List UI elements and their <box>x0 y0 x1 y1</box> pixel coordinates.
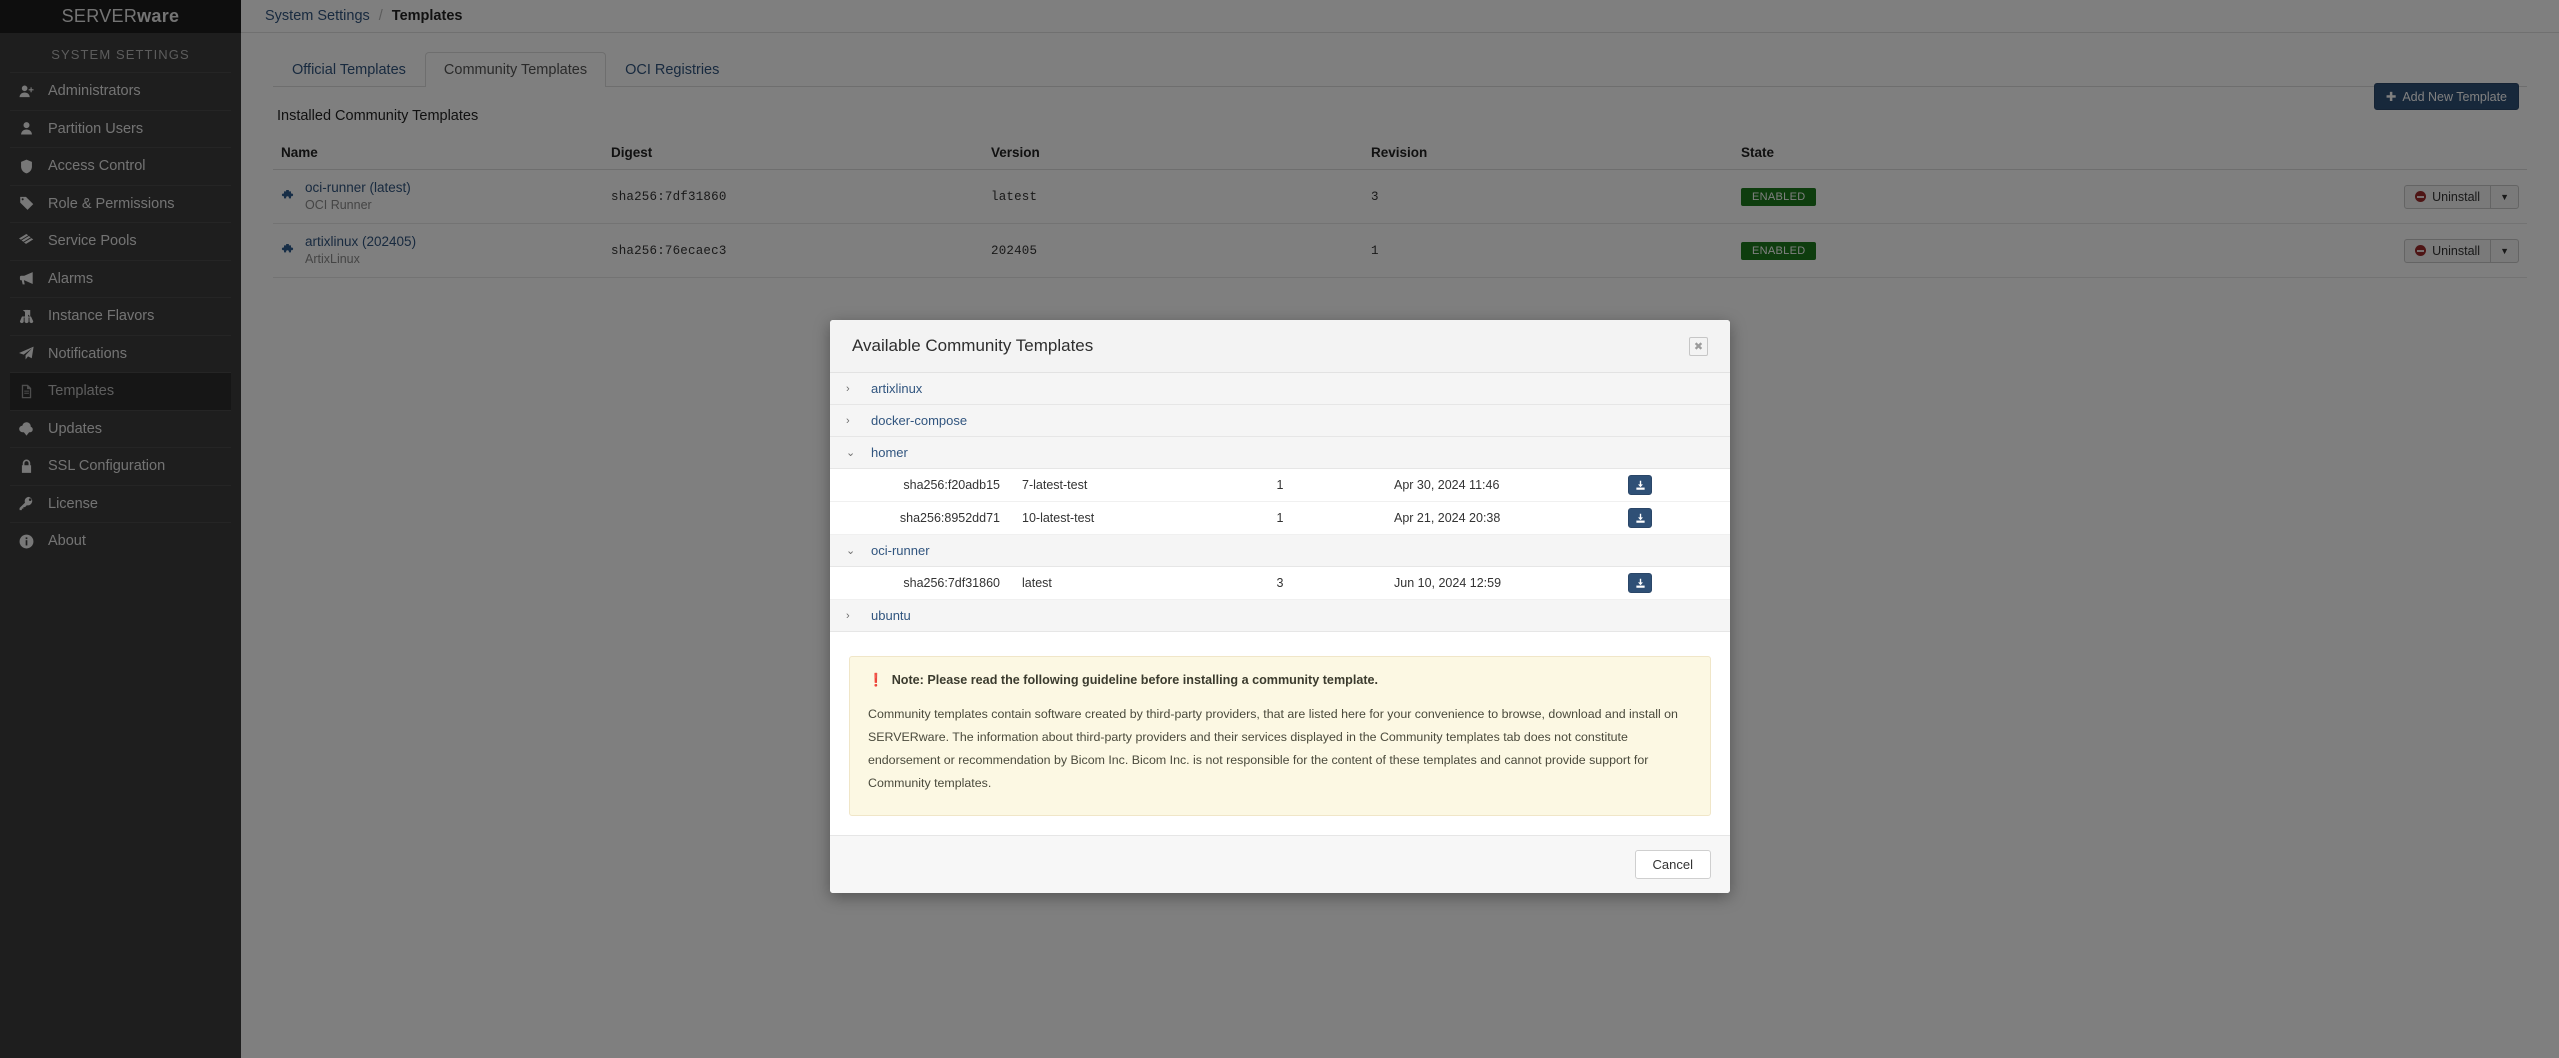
version-revision: 1 <box>1190 502 1370 535</box>
available-community-templates-dialog: Available Community Templates ✖ › artixli… <box>830 320 1730 893</box>
version-digest: sha256:7df31860 <box>830 567 1010 600</box>
group-name[interactable]: docker-compose <box>871 413 967 428</box>
group-cell: ⌄ oci-runner <box>830 535 1730 567</box>
group-name[interactable]: oci-runner <box>871 543 930 558</box>
cell-download <box>1550 469 1730 502</box>
exclamation-circle-icon: ❗ <box>868 673 884 688</box>
note-heading: Note: Please read the following guidelin… <box>892 673 1378 687</box>
dialog-header: Available Community Templates ✖ <box>830 320 1730 373</box>
chevron-right-icon[interactable]: › <box>846 383 856 395</box>
version-tag: 10-latest-test <box>1010 502 1190 535</box>
tree-body: › artixlinux › docker-compose ⌄ homer sha256:f… <box>830 373 1730 632</box>
dialog-body: › artixlinux › docker-compose ⌄ homer sha256:f… <box>830 373 1730 816</box>
version-revision: 1 <box>1190 469 1370 502</box>
template-group-row[interactable]: ⌄ homer <box>830 437 1730 469</box>
group-cell: › ubuntu <box>830 600 1730 632</box>
template-version-row: sha256:f20adb157-latest-test1Apr 30, 202… <box>830 469 1730 502</box>
group-name[interactable]: ubuntu <box>871 608 911 623</box>
close-icon[interactable]: ✖ <box>1689 337 1708 356</box>
note-heading-row: ❗ Note: Please read the following guidel… <box>868 673 1692 688</box>
template-group-row[interactable]: ⌄ oci-runner <box>830 535 1730 567</box>
cancel-button[interactable]: Cancel <box>1635 850 1711 879</box>
note-body: Community templates contain software cre… <box>868 703 1692 795</box>
dialog-footer: Cancel <box>830 835 1730 893</box>
group-cell: ⌄ homer <box>830 437 1730 469</box>
chevron-down-icon[interactable]: ⌄ <box>846 446 856 459</box>
version-tag: 7-latest-test <box>1010 469 1190 502</box>
available-templates-tree: › artixlinux › docker-compose ⌄ homer sha256:f… <box>830 373 1730 632</box>
template-group-row[interactable]: › docker-compose <box>830 405 1730 437</box>
template-version-row: sha256:8952dd7110-latest-test1Apr 21, 20… <box>830 502 1730 535</box>
template-group-row[interactable]: › artixlinux <box>830 373 1730 405</box>
chevron-down-icon[interactable]: ⌄ <box>846 544 856 557</box>
template-version-row: sha256:7df31860latest3Jun 10, 2024 12:59 <box>830 567 1730 600</box>
chevron-right-icon[interactable]: › <box>846 415 856 427</box>
template-tree-scroll[interactable]: › artixlinux › docker-compose ⌄ homer sha256:f… <box>830 373 1730 632</box>
chevron-right-icon[interactable]: › <box>846 610 856 622</box>
group-cell: › docker-compose <box>830 405 1730 437</box>
version-date: Jun 10, 2024 12:59 <box>1370 567 1550 600</box>
download-icon[interactable] <box>1628 508 1652 528</box>
version-revision: 3 <box>1190 567 1370 600</box>
version-date: Apr 21, 2024 20:38 <box>1370 502 1550 535</box>
group-name[interactable]: homer <box>871 445 908 460</box>
version-date: Apr 30, 2024 11:46 <box>1370 469 1550 502</box>
dialog-title: Available Community Templates <box>852 336 1093 356</box>
group-name[interactable]: artixlinux <box>871 381 922 396</box>
download-icon[interactable] <box>1628 475 1652 495</box>
version-digest: sha256:8952dd71 <box>830 502 1010 535</box>
version-digest: sha256:f20adb15 <box>830 469 1010 502</box>
cell-download <box>1550 502 1730 535</box>
download-icon[interactable] <box>1628 573 1652 593</box>
version-tag: latest <box>1010 567 1190 600</box>
group-cell: › artixlinux <box>830 373 1730 405</box>
template-group-row[interactable]: › ubuntu <box>830 600 1730 632</box>
guideline-note: ❗ Note: Please read the following guidel… <box>849 656 1711 816</box>
cell-download <box>1550 567 1730 600</box>
